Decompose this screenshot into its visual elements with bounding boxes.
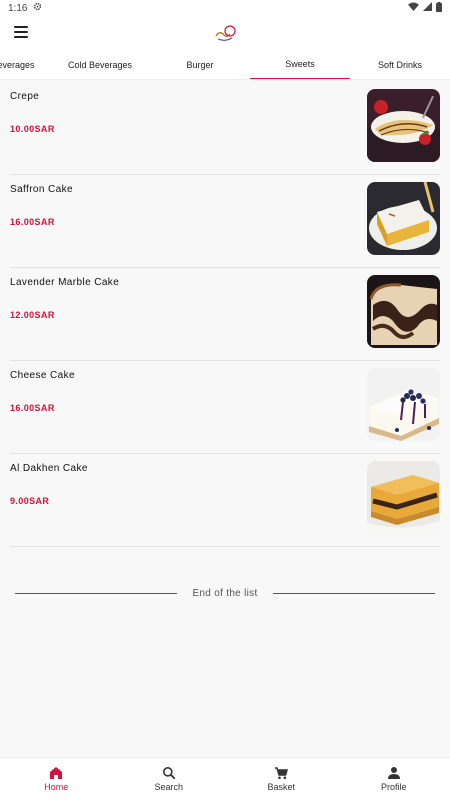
item-name: Al Dakhen Cake [10,463,88,474]
battery-icon [436,1,442,15]
item-name: Saffron Cake [10,184,73,195]
nav-label: Basket [267,782,295,792]
home-icon [50,767,63,779]
end-of-list-label: End of the list [192,587,258,599]
item-name: Lavender Marble Cake [10,277,120,288]
settings-icon [33,2,42,14]
menu-icon [14,26,28,28]
wifi-icon [408,2,419,14]
nav-profile[interactable]: Profile [338,758,450,800]
app-bar [0,16,450,50]
item-image [367,89,440,162]
status-bar: 1:16 [0,0,450,16]
status-time: 1:16 [8,2,28,14]
bottom-navigation: Home Search Basket Profile [0,757,450,800]
menu-button[interactable] [14,26,28,38]
tab-hot-beverages[interactable]: everages [0,50,42,79]
signal-icon [423,2,432,14]
item-name: Crepe [10,91,40,102]
nav-search[interactable]: Search [113,758,226,800]
person-icon [387,767,400,779]
item-price: 12.00SAR [10,310,55,320]
nav-home[interactable]: Home [0,758,113,800]
tab-cold-beverages[interactable]: Cold Beverages [55,50,145,79]
item-image [367,182,440,255]
item-name: Cheese Cake [10,370,75,381]
brand-logo [212,22,238,44]
item-price: 10.00SAR [10,124,55,134]
cart-icon [275,767,289,780]
tab-soft-drinks[interactable]: Soft Drinks [362,50,438,79]
item-price: 16.00SAR [10,403,55,413]
nav-label: Profile [380,782,407,792]
list-item[interactable]: Lavender Marble Cake 12.00SAR [10,268,440,361]
item-image [367,368,440,441]
nav-basket[interactable]: Basket [225,758,338,800]
tab-sweets[interactable]: Sweets [250,50,350,79]
end-of-list-divider: End of the list [15,586,435,600]
list-item[interactable]: Saffron Cake 16.00SAR [10,175,440,268]
item-image [367,461,440,534]
list-item[interactable]: Cheese Cake 16.00SAR [10,361,440,454]
nav-label: Search [154,782,184,792]
nav-label: Home [44,782,69,792]
item-price: 16.00SAR [10,217,55,227]
list-item[interactable]: Al Dakhen Cake 9.00SAR [10,454,440,547]
category-tabs: everages Cold Beverages Burger Sweets So… [0,50,450,80]
product-list: Crepe 10.00SAR Saffron Cake 16.00SAR Lav… [0,82,450,547]
list-item[interactable]: Crepe 10.00SAR [10,82,440,175]
item-image [367,275,440,348]
item-price: 9.00SAR [10,496,50,506]
tab-burger[interactable]: Burger [160,50,240,79]
search-icon [162,767,176,780]
